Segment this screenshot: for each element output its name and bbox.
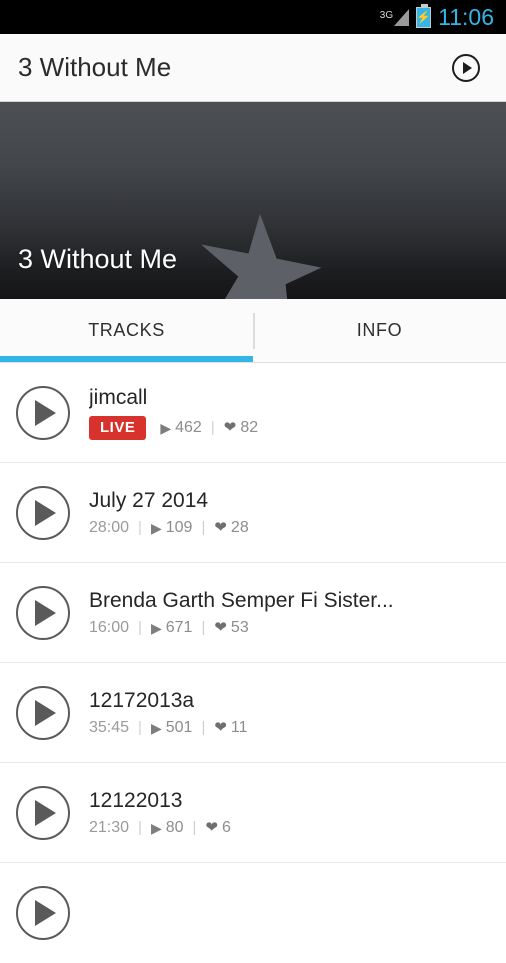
- tab-info[interactable]: INFO: [253, 299, 506, 362]
- meta-separator: |: [138, 619, 142, 636]
- like-count: ❤ 6: [205, 819, 230, 837]
- heart-icon: ❤: [223, 419, 237, 436]
- track-meta: 16:00 | ▶ 671 | ❤ 53: [89, 619, 394, 637]
- play-triangle-icon: ▶: [150, 619, 162, 636]
- like-count: ❤ 82: [224, 419, 258, 437]
- like-count: ❤ 28: [214, 519, 248, 537]
- play-triangle-glyph: [35, 499, 56, 526]
- track-duration: 16:00: [89, 618, 130, 636]
- play-count-value: 501: [165, 718, 193, 736]
- heart-icon: ❤: [214, 719, 227, 736]
- battery-charging-icon: ⚡: [416, 3, 432, 28]
- play-triangle-glyph: [35, 900, 56, 926]
- track-duration: 21:30: [89, 818, 130, 836]
- play-count: ▶ 109: [151, 519, 192, 537]
- play-circle-icon[interactable]: [16, 785, 70, 840]
- play-circle-icon[interactable]: [16, 585, 70, 640]
- track-row[interactable]: jimcall LIVE ▶ 462 | ❤ 82: [0, 363, 506, 463]
- tab-tracks-label: TRACKS: [88, 320, 165, 340]
- track-row[interactable]: [0, 863, 506, 963]
- tab-selected-indicator: [0, 356, 253, 362]
- track-meta: 28:00 | ▶ 109 | ❤ 28: [89, 519, 249, 537]
- track-meta: 35:45 | ▶ 501 | ❤ 11: [89, 719, 248, 737]
- play-circle-icon[interactable]: [16, 385, 70, 440]
- meta-separator: |: [138, 519, 142, 536]
- tab-info-label: INFO: [356, 320, 403, 340]
- track-list[interactable]: jimcall LIVE ▶ 462 | ❤ 82 July 27 2014 2…: [0, 363, 506, 963]
- star-icon: [201, 213, 322, 299]
- meta-separator: |: [201, 719, 206, 736]
- play-count: ▶ 501: [151, 719, 192, 737]
- play-circle-icon[interactable]: [16, 685, 70, 740]
- heart-icon: ❤: [205, 819, 219, 836]
- play-triangle-icon: ▶: [150, 519, 162, 536]
- like-count-value: 11: [230, 718, 248, 736]
- play-triangle-icon: ▶: [160, 419, 172, 436]
- like-count: ❤ 11: [214, 719, 247, 737]
- track-meta: 21:30 | ▶ 80 | ❤ 6: [89, 819, 231, 837]
- like-count-value: 6: [222, 818, 231, 836]
- track-row[interactable]: July 27 2014 28:00 | ▶ 109 | ❤ 28: [0, 463, 506, 563]
- play-circle-icon[interactable]: [16, 485, 70, 540]
- play-triangle-glyph: [35, 599, 56, 626]
- page-title: 3 Without Me: [18, 52, 172, 82]
- play-triangle-icon: ▶: [150, 819, 162, 836]
- track-info: July 27 2014 28:00 | ▶ 109 | ❤ 28: [89, 489, 249, 537]
- like-count-value: 82: [240, 418, 259, 436]
- play-count-value: 80: [165, 818, 184, 836]
- track-meta: LIVE ▶ 462 | ❤ 82: [89, 415, 258, 440]
- status-bar: 3G ⚡ 11:06: [0, 0, 506, 34]
- signal-bars-icon: [394, 8, 410, 26]
- track-title: 12172013a: [89, 688, 195, 712]
- status-badge: LIVE: [89, 415, 147, 440]
- play-triangle-glyph: [35, 799, 56, 826]
- play-triangle-glyph: [462, 61, 472, 74]
- play-triangle-icon: ▶: [150, 719, 162, 736]
- like-count-value: 28: [230, 518, 249, 536]
- heart-icon: ❤: [214, 619, 227, 636]
- meta-separator: |: [201, 619, 206, 636]
- meta-separator: |: [192, 819, 197, 836]
- track-title: July 27 2014: [89, 488, 209, 512]
- play-count-value: 462: [175, 418, 202, 436]
- play-count: ▶ 462: [160, 419, 201, 437]
- play-count-value: 109: [165, 518, 193, 536]
- meta-separator: |: [210, 419, 215, 436]
- tab-divider: [253, 313, 255, 349]
- play-count-value: 671: [165, 618, 193, 636]
- play-count: ▶ 80: [151, 819, 184, 837]
- track-info: 12172013a 35:45 | ▶ 501 | ❤ 11: [89, 689, 248, 737]
- meta-separator: |: [138, 819, 142, 836]
- track-duration: 28:00: [89, 518, 130, 536]
- action-bar: 3 Without Me: [0, 34, 506, 102]
- like-count-value: 53: [230, 618, 249, 636]
- status-bar-clock: 11:06: [438, 3, 494, 30]
- heart-icon: ❤: [214, 519, 227, 536]
- meta-separator: |: [201, 519, 206, 536]
- bolt-glyph: ⚡: [416, 10, 432, 24]
- tab-tracks[interactable]: TRACKS: [0, 299, 253, 362]
- track-duration: 35:45: [89, 718, 130, 736]
- play-triangle-glyph: [35, 399, 56, 426]
- play-triangle-glyph: [35, 699, 56, 726]
- track-row[interactable]: 12172013a 35:45 | ▶ 501 | ❤ 11: [0, 663, 506, 763]
- track-row[interactable]: Brenda Garth Semper Fi Sister... 16:00 |…: [0, 563, 506, 663]
- play-circle-icon[interactable]: [452, 53, 480, 82]
- track-title: jimcall: [89, 385, 148, 409]
- tab-bar: TRACKS INFO: [0, 299, 506, 363]
- track-info: Brenda Garth Semper Fi Sister... 16:00 |…: [89, 589, 394, 637]
- hero-title: 3 Without Me: [18, 244, 178, 274]
- signal-3g-icon: 3G: [379, 8, 410, 26]
- network-type-label: 3G: [379, 9, 394, 21]
- play-count: ▶ 671: [151, 619, 192, 637]
- meta-separator: |: [138, 719, 142, 736]
- track-row[interactable]: 12122013 21:30 | ▶ 80 | ❤ 6: [0, 763, 506, 863]
- play-circle-icon[interactable]: [16, 886, 70, 940]
- hero-banner[interactable]: 3 Without Me: [0, 102, 506, 299]
- like-count: ❤ 53: [214, 619, 248, 637]
- track-title: Brenda Garth Semper Fi Sister...: [89, 588, 394, 612]
- track-title: 12122013: [89, 788, 183, 812]
- track-info: jimcall LIVE ▶ 462 | ❤ 82: [89, 386, 258, 440]
- track-info: 12122013 21:30 | ▶ 80 | ❤ 6: [89, 789, 231, 837]
